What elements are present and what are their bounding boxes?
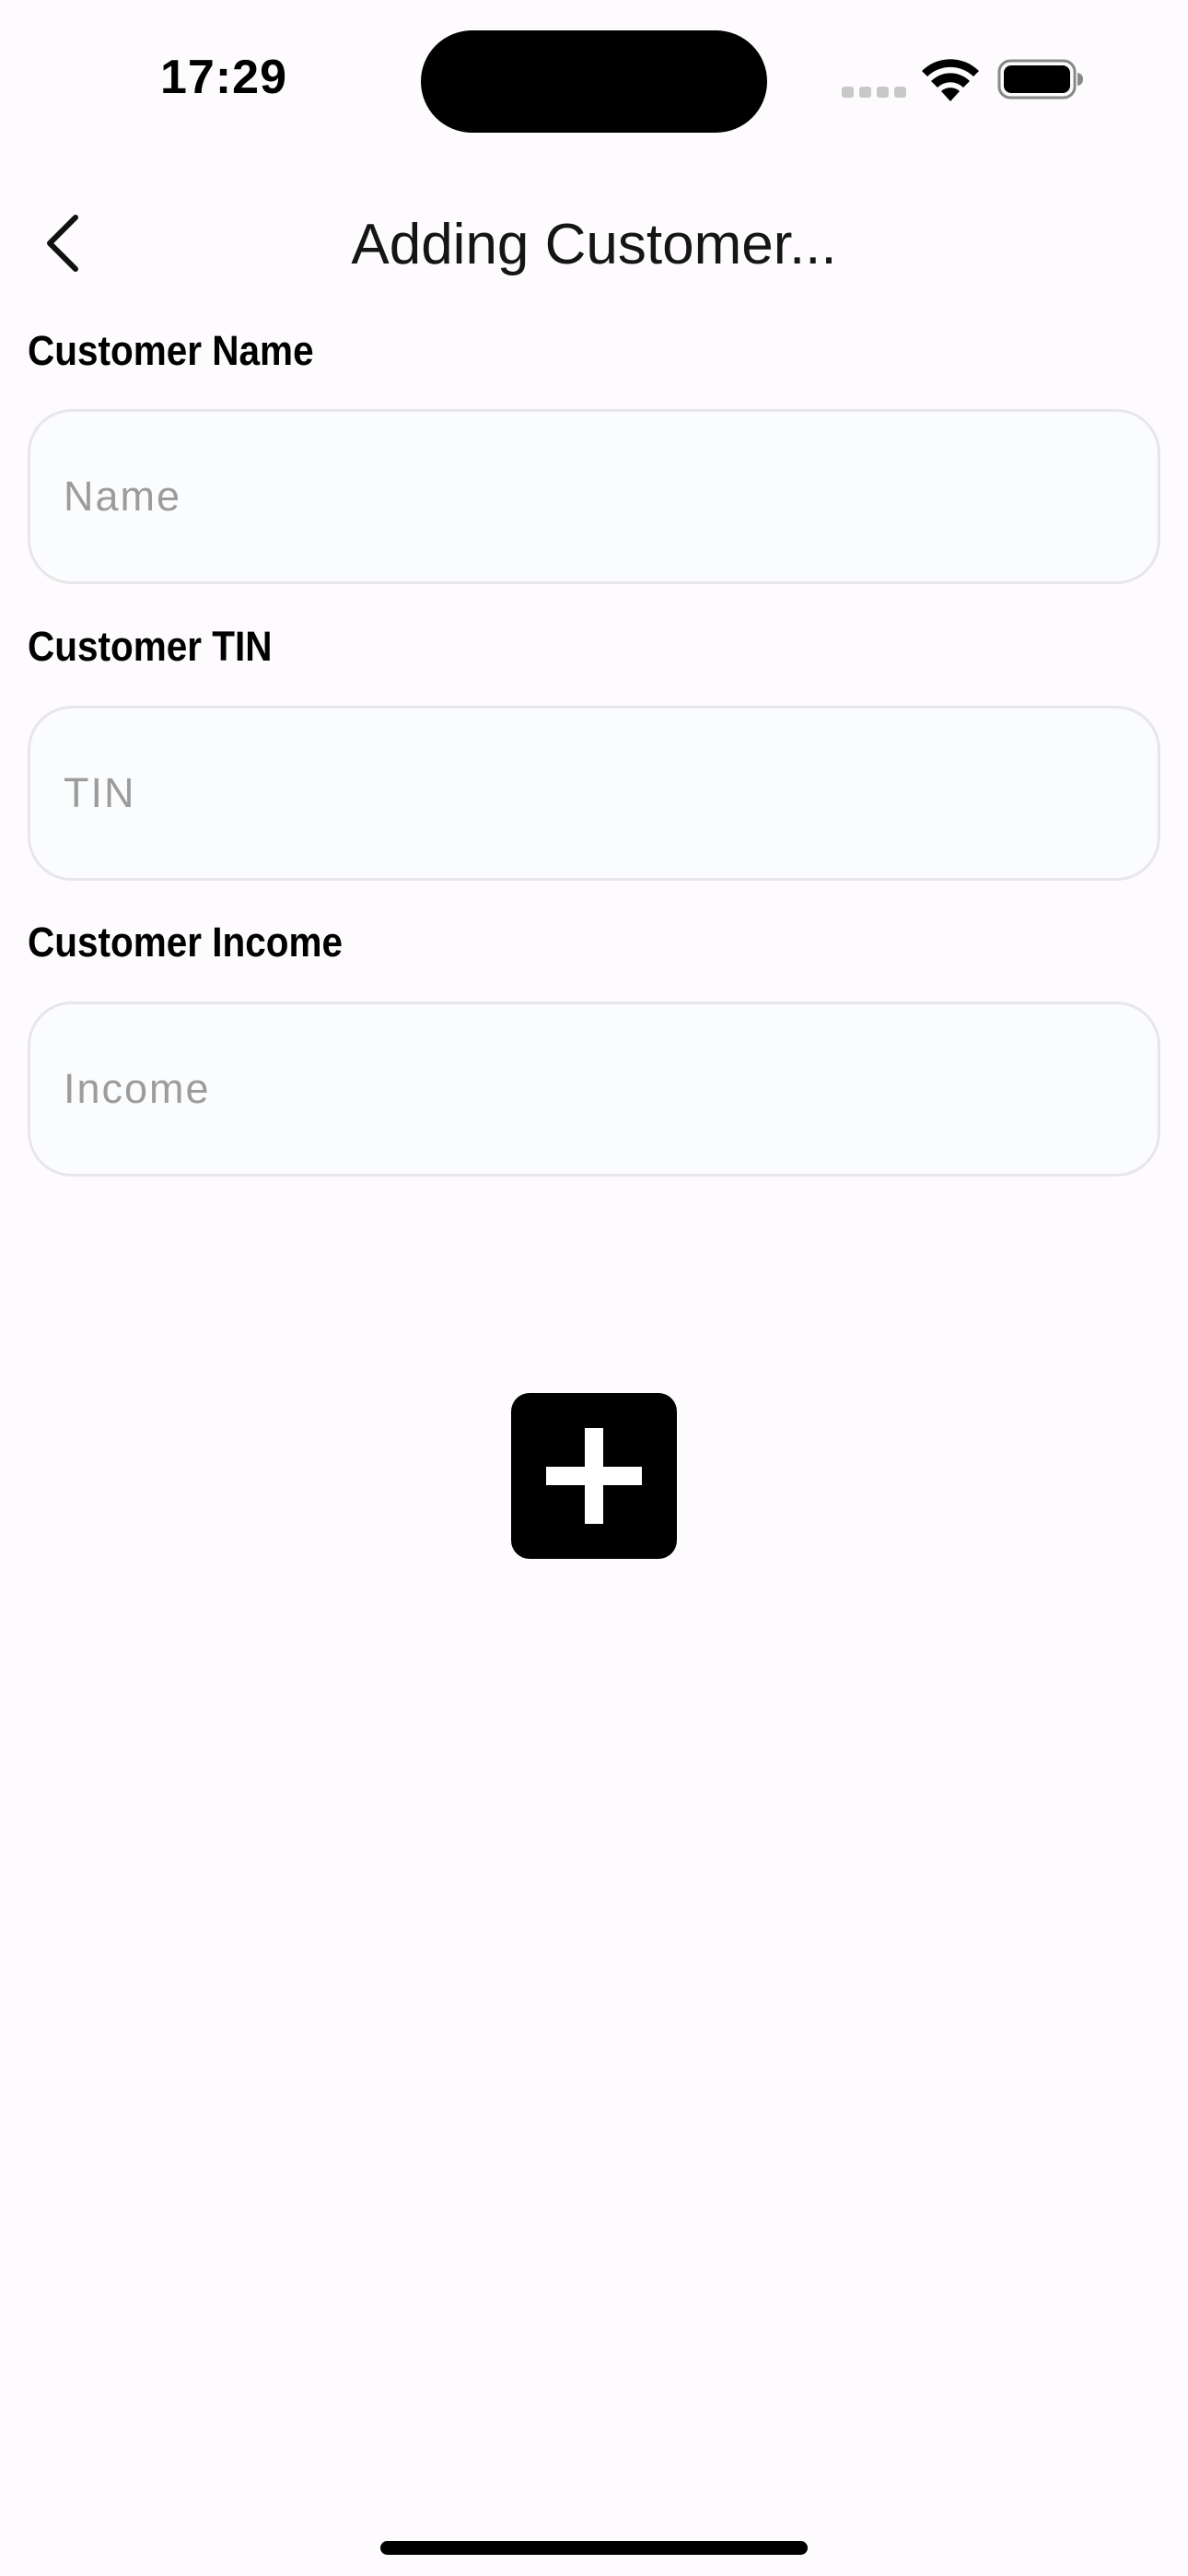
customer-tin-label: Customer TIN — [28, 623, 273, 670]
customer-income-label: Customer Income — [28, 919, 344, 966]
customer-name-input[interactable] — [28, 409, 1160, 584]
customer-income-input[interactable] — [28, 1001, 1160, 1177]
page-title: Adding Customer... — [351, 213, 837, 276]
signal-icon — [842, 87, 906, 100]
wifi-icon — [922, 59, 979, 101]
status-bar: 17:29 — [0, 0, 1188, 147]
customer-name-label: Customer Name — [28, 327, 314, 374]
nav-bar: Adding Customer... — [0, 184, 1188, 304]
dynamic-island — [421, 30, 767, 133]
add-customer-button[interactable] — [511, 1393, 677, 1559]
battery-icon — [997, 59, 1083, 100]
customer-tin-input[interactable] — [28, 706, 1160, 881]
status-time: 17:29 — [160, 51, 287, 104]
home-indicator[interactable] — [380, 2541, 808, 2555]
plus-icon — [546, 1428, 642, 1524]
